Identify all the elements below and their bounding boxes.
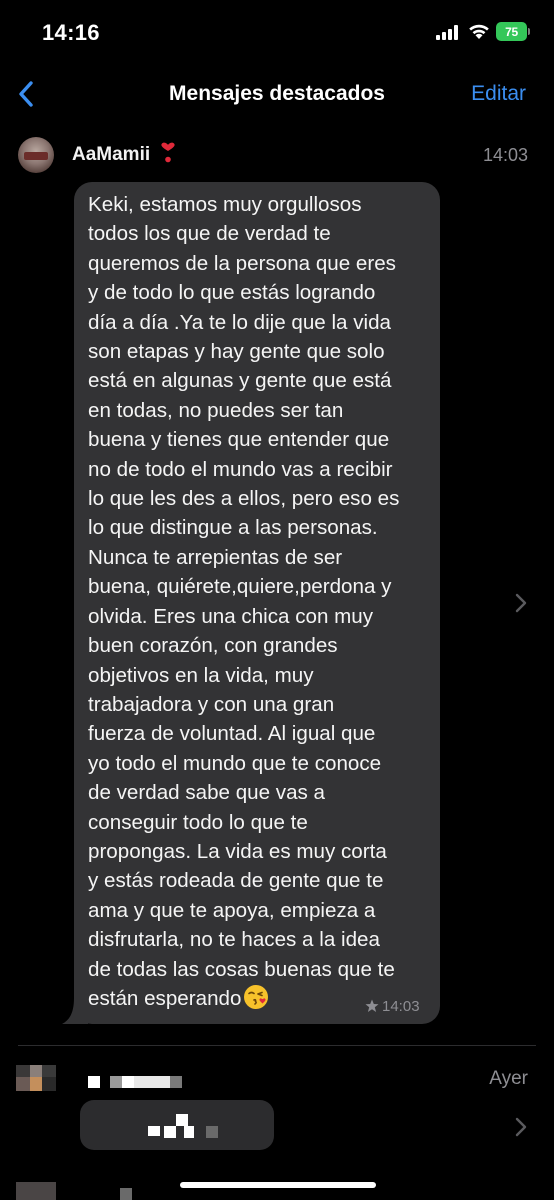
star-icon xyxy=(365,999,379,1012)
wifi-icon xyxy=(469,24,489,39)
avatar xyxy=(16,1065,56,1091)
divider xyxy=(18,1045,536,1046)
message-body: Keki, estamos muy orgullosos todos los q… xyxy=(88,193,400,1010)
bubble-time: 14:03 xyxy=(382,998,420,1015)
battery-charging-icon: 75 xyxy=(496,22,530,41)
battery-level: 75 xyxy=(496,22,527,41)
message-date: 14:03 xyxy=(482,145,528,165)
message-bubble-redacted[interactable] xyxy=(80,1100,274,1150)
message-text: Keki, estamos muy orgullosos todos los q… xyxy=(88,190,433,1013)
sender-name: AaMamii xyxy=(72,144,151,165)
cellular-signal-icon xyxy=(436,25,460,40)
starred-messages-screen: 14:16 75 Mensajes destacados Editar AaMa… xyxy=(0,0,554,1200)
chevron-right-icon[interactable] xyxy=(514,592,528,614)
bubble-tail xyxy=(62,998,88,1024)
edit-button[interactable]: Editar xyxy=(471,82,526,106)
navigation-bar: Mensajes destacados Editar xyxy=(0,66,554,122)
message-date: Ayer xyxy=(489,1068,528,1089)
chevron-right-icon[interactable] xyxy=(514,1116,528,1138)
heart-exclamation-icon xyxy=(161,142,175,163)
avatar xyxy=(18,137,54,173)
face-blowing-kiss-icon xyxy=(244,984,269,1009)
status-time: 14:16 xyxy=(42,20,100,45)
home-indicator[interactable] xyxy=(180,1182,376,1188)
status-bar: 14:16 75 xyxy=(0,0,554,66)
